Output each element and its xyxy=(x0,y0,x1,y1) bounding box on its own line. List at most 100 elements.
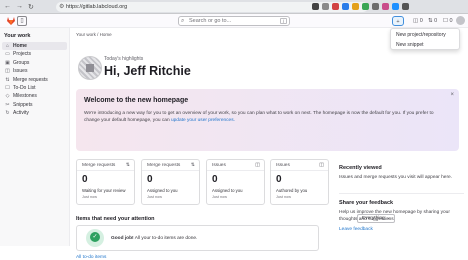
forward-icon[interactable]: → xyxy=(16,3,23,10)
back-icon[interactable]: ← xyxy=(4,3,11,10)
merge-requests-count-button[interactable]: ⇅ 0 xyxy=(428,16,437,26)
card-divider xyxy=(271,170,328,171)
user-avatar[interactable] xyxy=(456,16,465,25)
banner-text: We're introducing a new way for you to g… xyxy=(84,111,434,123)
sidebar-item-label: Merge requests xyxy=(13,76,48,83)
sidebar-item-issues[interactable]: ◫ Issues xyxy=(0,67,69,75)
menu-item-new-snippet[interactable]: New snippet xyxy=(391,40,459,50)
top-bar: ▯ ⌕ Search or go to... / + ◫ 0 ⇅ 0 ☐ 0 xyxy=(0,14,468,28)
stat-card[interactable]: Issues ◫ 0 Assigned to you Just now xyxy=(206,159,265,205)
card-title: Issues xyxy=(276,163,290,168)
tune-icon[interactable]: ⚙ xyxy=(59,2,64,12)
sidebar-item-home[interactable]: ⌂ Home xyxy=(2,42,67,51)
banner-body: We're introducing a new way for you to g… xyxy=(84,110,444,124)
all-todo-items-link[interactable]: All to-do items xyxy=(76,255,106,260)
card-divider xyxy=(207,170,264,171)
browser-extension-icon[interactable] xyxy=(332,3,339,10)
issues-count: 0 xyxy=(419,18,423,24)
card-count: 0 xyxy=(276,174,282,185)
card-title: Merge requests xyxy=(147,163,181,168)
everything-filter-dropdown[interactable]: Everything ⌄ xyxy=(357,214,396,223)
milestone-icon: ◇ xyxy=(5,93,10,100)
card-divider xyxy=(142,170,199,171)
breadcrumb: Your work / Home xyxy=(76,32,112,37)
browser-extension-icon[interactable] xyxy=(372,3,379,10)
browser-extension-icon[interactable] xyxy=(322,3,329,10)
todo-count-button[interactable]: ☐ 0 xyxy=(443,16,453,26)
card-subtitle: Assigned to you xyxy=(147,188,178,193)
group-icon: ▣ xyxy=(5,59,10,66)
todo-count: 0 xyxy=(449,18,453,24)
url-text: https://gitlab.labcloud.org xyxy=(66,4,128,10)
browser-extension-icon[interactable] xyxy=(382,3,389,10)
todo-icon: ☐ xyxy=(5,84,10,91)
sidebar-item-label: Milestones xyxy=(13,93,37,100)
feedback-title: Share your feedback xyxy=(339,199,394,206)
card-updated: Just now xyxy=(147,195,162,199)
sidebar-item-label: Home xyxy=(13,43,27,49)
browser-extension-icon[interactable] xyxy=(312,3,319,10)
issues-count-button[interactable]: ◫ 0 xyxy=(413,16,423,26)
sidebar-item-snippets[interactable]: ✂ Snippets xyxy=(0,101,69,109)
sidebar-toggle-icon[interactable]: ▯ xyxy=(17,16,27,26)
sidebar-item-label: Projects xyxy=(13,51,32,58)
leave-feedback-link[interactable]: Leave feedback xyxy=(339,227,464,232)
mr-count: 0 xyxy=(434,18,438,24)
close-icon[interactable]: × xyxy=(450,92,454,98)
stat-card[interactable]: Merge requests ⇅ 0 Waiting for your review J… xyxy=(76,159,135,205)
search-input[interactable]: ⌕ Search or go to... / xyxy=(178,16,290,26)
issues-icon: ◫ xyxy=(319,162,324,168)
sidebar-item-activity[interactable]: ↻ Activity xyxy=(0,109,69,117)
page-title: Hi, Jeff Ritchie xyxy=(104,64,191,78)
snippet-icon: ✂ xyxy=(5,101,10,108)
preferences-link[interactable]: update your user preferences. xyxy=(171,118,235,123)
sidebar-item-label: Issues xyxy=(13,68,28,75)
card-subtitle: Assigned to you xyxy=(212,188,243,193)
all-done-message: Good job! All your to-do items are done. xyxy=(111,236,197,241)
sidebar: Your work ⌂ Home ▭ Projects ▣ Groups ◫ Issues ⇅ M… xyxy=(0,28,70,246)
project-icon: ▭ xyxy=(5,51,10,58)
divider xyxy=(339,192,464,194)
create-new-button[interactable]: + xyxy=(392,16,404,26)
attention-box: Good job! All your to-do items are done. xyxy=(76,225,319,251)
card-divider xyxy=(77,170,134,171)
chevron-down-icon: ⌄ xyxy=(386,216,391,221)
browser-extension-icon[interactable] xyxy=(362,3,369,10)
create-new-dropdown: New project/repository New snippet xyxy=(390,28,460,50)
issues-icon: ◫ xyxy=(255,162,260,168)
stat-card[interactable]: Merge requests ⇅ 0 Assigned to you Just now xyxy=(141,159,200,205)
sidebar-item-projects[interactable]: ▭ Projects xyxy=(0,50,69,58)
browser-extension-icon[interactable] xyxy=(402,3,409,10)
main-content: Your work / Home Today's highlights Hi, … xyxy=(71,28,468,260)
reload-icon[interactable]: ↻ xyxy=(28,3,34,11)
stat-card[interactable]: Issues ◫ 0 Authored by you Just now xyxy=(270,159,329,205)
sidebar-item-label: To-Do List xyxy=(13,84,36,91)
search-icon: ⌕ xyxy=(181,18,185,24)
sidebar-item-label: Groups xyxy=(13,59,30,66)
browser-extension-icon[interactable] xyxy=(392,3,399,10)
issues-icon: ◫ xyxy=(5,68,10,75)
welcome-banner: Welcome to the new homepage We're introd… xyxy=(76,89,459,151)
check-circle-icon xyxy=(86,229,104,247)
card-title: Issues xyxy=(212,163,226,168)
browser-extension-icon[interactable] xyxy=(342,3,349,10)
search-shortcut-key: / xyxy=(280,18,287,24)
sidebar-item-label: Snippets xyxy=(13,101,33,108)
banner-title: Welcome to the new homepage xyxy=(84,97,189,104)
sidebar-item-groups[interactable]: ▣ Groups xyxy=(0,59,69,67)
sidebar-item-milestones[interactable]: ◇ Milestones xyxy=(0,92,69,100)
sidebar-item-to-do-list[interactable]: ☐ To-Do List xyxy=(0,84,69,92)
browser-toolbar: ← → ↻ ⚙ https://gitlab.labcloud.org xyxy=(0,0,468,14)
merge-request-icon: ⇅ xyxy=(5,76,10,83)
gitlab-logo-icon[interactable] xyxy=(6,16,16,26)
todo-icon: ☐ xyxy=(443,18,448,24)
sidebar-item-merge-requests[interactable]: ⇅ Merge requests xyxy=(0,76,69,84)
good-job-text: All your to-do items are done. xyxy=(133,236,198,241)
recently-viewed-title: Recently viewed xyxy=(339,165,382,171)
browser-extension-icon[interactable] xyxy=(352,3,359,10)
search-placeholder: Search or go to... xyxy=(189,18,232,24)
issues-icon: ◫ xyxy=(413,18,419,24)
card-title: Merge requests xyxy=(82,163,116,168)
good-job-label: Good job! xyxy=(111,236,134,241)
menu-item-new-project[interactable]: New project/repository xyxy=(391,30,459,40)
